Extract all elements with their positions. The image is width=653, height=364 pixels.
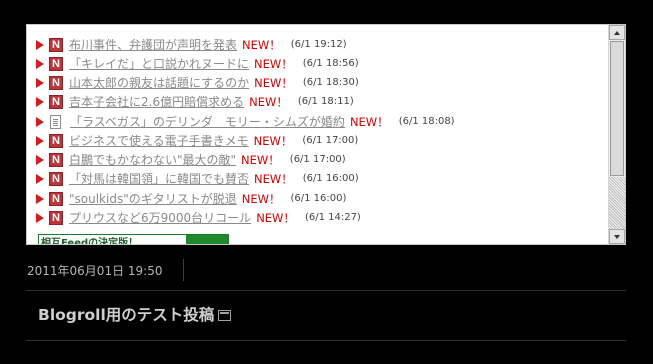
feed-item[interactable]: N 「キレイだ」と口説かれヌードに NEW！ (6/1 18:56) (36, 54, 359, 73)
feed-item[interactable]: N 山本太郎の親友は話題にするのか NEW！ (6/1 18:30) (36, 73, 359, 92)
feed-item[interactable]: N 布川事件、弁護団が声明を発表 NEW！ (6/1 19:12) (36, 35, 347, 54)
feed-item[interactable]: N "soulkids"のギタリストが脱退 NEW！ (6/1 16:00) (36, 189, 346, 208)
feed-item-link[interactable]: 「対馬は韓国領」に韓国でも賛否 (69, 170, 249, 187)
document-icon (50, 114, 61, 129)
post-divider-bottom (26, 340, 626, 341)
feed-item-time: (6/1 18:56) (302, 58, 359, 69)
post-title[interactable]: Blogroll用のテスト投稿 (38, 303, 232, 325)
scroll-up-button[interactable] (609, 25, 625, 40)
arrow-bullet-icon (36, 39, 44, 50)
feed-item-link[interactable]: "soulkids"のギタリストが脱退 (69, 190, 237, 207)
feed-item-link[interactable]: 布川事件、弁護団が声明を発表 (69, 36, 237, 53)
scroll-down-button[interactable] (609, 229, 625, 244)
n-icon: N (49, 191, 63, 206)
n-icon: N (49, 210, 63, 225)
feed-item[interactable]: N 「対馬は韓国領」に韓国でも賛否 NEW！ (6/1 16:00) (36, 169, 359, 188)
feed-frame: N 布川事件、弁護団が声明を発表 NEW！ (6/1 19:12) N 「キレイだ」と口説… (26, 24, 626, 245)
feed-banner-text: 相互Feedの決定版！ (41, 238, 139, 245)
feed-item-time: (6/1 14:27) (304, 212, 361, 223)
feed-item-time: (6/1 18:30) (302, 77, 359, 88)
arrow-bullet-icon (36, 135, 44, 146)
feed-item-link[interactable]: ビジネスで使える電子手書きメモ (69, 132, 249, 149)
post-divider-top (26, 290, 626, 291)
new-badge: NEW！ (254, 56, 293, 71)
datetime-divider (183, 259, 184, 281)
feed-list: N 布川事件、弁護団が声明を発表 NEW！ (6/1 19:12) N 「キレイだ」と口説… (27, 25, 608, 244)
new-badge: NEW！ (256, 210, 295, 225)
arrow-bullet-icon (36, 173, 44, 184)
feed-item-link[interactable]: 「キレイだ」と口説かれヌードに (69, 55, 249, 72)
new-badge: NEW！ (253, 133, 293, 148)
feed-item-time: (6/1 16:00) (290, 193, 347, 204)
n-icon: N (49, 75, 63, 90)
feed-item-link[interactable]: プリウスなど6万9000台リコール (69, 209, 251, 226)
arrow-bullet-icon (36, 96, 44, 107)
feed-banner-graphic (186, 235, 228, 244)
new-badge: NEW！ (254, 171, 293, 186)
arrow-bullet-icon (36, 154, 44, 165)
feed-item[interactable]: N 白鵬でもかなわない"最大の敵" NEW！ (6/1 17:00) (36, 150, 346, 169)
feed-item-time: (6/1 16:00) (302, 173, 359, 184)
feed-item-time: (6/1 18:11) (297, 96, 354, 107)
arrow-bullet-icon (36, 77, 44, 88)
feed-item-time: (6/1 19:12) (290, 39, 347, 50)
arrow-bullet-icon (36, 116, 44, 127)
feed-item-link[interactable]: 吉本子会社に2.6億円賠償求める (69, 93, 244, 110)
feed-item-link[interactable]: 「ラスベガス」のデリンダ モリー・シムズが婚約 (70, 113, 345, 130)
new-badge: NEW！ (254, 75, 293, 90)
feed-item[interactable]: N プリウスなど6万9000台リコール NEW！ (6/1 14:27) (36, 208, 361, 227)
new-badge: NEW！ (241, 191, 281, 206)
arrow-bullet-icon (36, 58, 44, 69)
feed-item[interactable]: N 吉本子会社に2.6億円賠償求める NEW！ (6/1 18:11) (36, 92, 354, 111)
feed-item-time: (6/1 18:08) (398, 116, 455, 127)
feed-item[interactable]: 「ラスベガス」のデリンダ モリー・シムズが婚約 NEW！ (6/1 18:08) (36, 112, 455, 131)
n-icon: N (49, 152, 63, 167)
vertical-scrollbar[interactable] (608, 25, 625, 244)
n-icon: N (49, 56, 63, 71)
new-badge: NEW！ (349, 114, 389, 129)
post-title-text[interactable]: Blogroll用のテスト投稿 (38, 306, 214, 324)
n-icon: N (49, 133, 63, 148)
n-icon: N (49, 94, 63, 109)
feed-item-time: (6/1 17:00) (289, 154, 346, 165)
new-badge: NEW！ (241, 152, 280, 167)
arrow-bullet-icon (36, 212, 44, 223)
arrow-bullet-icon (36, 193, 44, 204)
scrollbar-track[interactable] (609, 177, 625, 229)
scrollbar-thumb[interactable] (610, 41, 624, 176)
feed-item-link[interactable]: 山本太郎の親友は話題にするのか (69, 74, 249, 91)
post-datetime: 2011年06月01日 19:50 (27, 264, 163, 278)
feed-item-time: (6/1 17:00) (302, 135, 359, 146)
n-icon: N (49, 37, 63, 52)
feed-item-link[interactable]: 白鵬でもかなわない"最大の敵" (69, 151, 236, 168)
feed-banner[interactable]: 相互Feedの決定版！ (38, 234, 229, 245)
feed-item[interactable]: N ビジネスで使える電子手書きメモ NEW！ (6/1 17:00) (36, 131, 358, 150)
new-badge: NEW！ (242, 37, 281, 52)
new-window-icon (218, 310, 232, 321)
new-badge: NEW！ (249, 94, 288, 109)
n-icon: N (49, 171, 63, 186)
